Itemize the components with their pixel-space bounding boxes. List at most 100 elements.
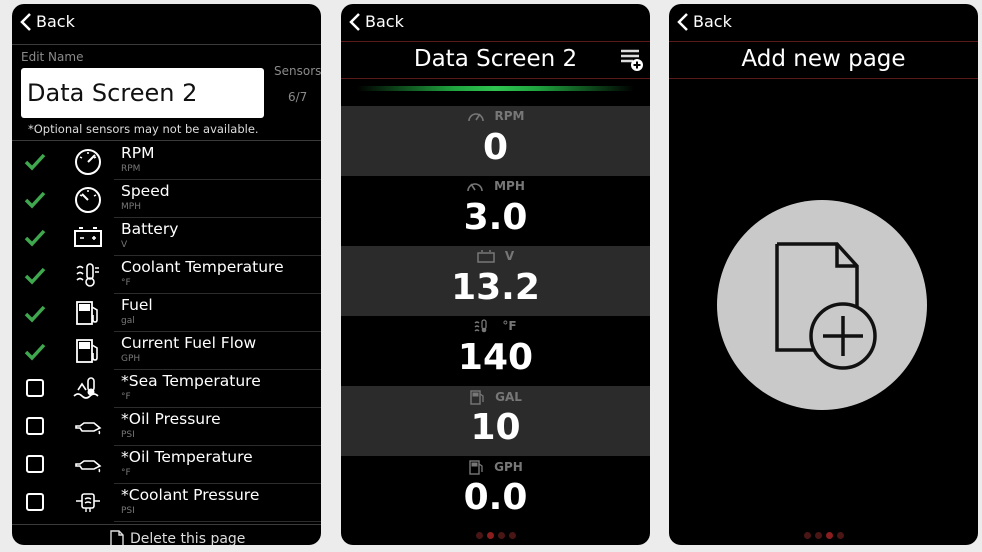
page-title: Data Screen 2 — [413, 46, 578, 72]
coolant-pressure-icon — [70, 489, 106, 517]
sensor-row[interactable]: Current Fuel Flow GPH — [12, 332, 321, 370]
delete-label: Delete this page — [130, 531, 246, 545]
checkbox[interactable] — [26, 417, 44, 435]
title-divider — [341, 78, 650, 79]
reading-value: 140 — [457, 337, 534, 378]
fuel-flow-icon — [70, 337, 106, 365]
page-dot[interactable] — [814, 532, 822, 539]
page-indicator[interactable] — [669, 532, 978, 539]
speedometer-icon — [70, 185, 106, 213]
checkmark-icon[interactable] — [24, 189, 46, 211]
reading-value: 10 — [470, 407, 521, 448]
chevron-left-icon — [20, 12, 31, 31]
add-page-button[interactable] — [717, 200, 927, 410]
battery-icon — [70, 223, 106, 251]
header-divider — [669, 41, 978, 42]
speedometer-icon — [467, 183, 483, 192]
reading-row[interactable]: °F 140 — [341, 316, 650, 386]
page-dot[interactable] — [508, 532, 516, 539]
reading-value: 3.0 — [463, 197, 528, 238]
document-icon — [110, 530, 124, 545]
data-screen-panel: Back Data Screen 2 RPM 0 MPH 3.0 V 13.2 … — [341, 4, 650, 545]
sensor-row[interactable]: *Oil Temperature °F — [12, 446, 321, 484]
checkmark-icon[interactable] — [24, 265, 46, 287]
page-dot[interactable] — [803, 532, 811, 539]
reading-value: 0.0 — [463, 477, 528, 518]
sensor-row[interactable]: RPM RPM — [12, 142, 321, 180]
sensor-unit: GPH — [121, 354, 141, 364]
checkbox[interactable] — [26, 379, 44, 397]
reading-label: °F — [502, 319, 517, 333]
chevron-left-icon — [349, 12, 360, 31]
back-label: Back — [365, 12, 404, 31]
new-document-icon — [775, 242, 877, 370]
sensor-row[interactable]: Speed MPH — [12, 180, 321, 218]
sensor-row[interactable]: *Sea Temperature °F — [12, 370, 321, 408]
fuel-icon — [469, 460, 483, 475]
reading-row[interactable]: MPH 3.0 — [341, 176, 650, 246]
title-divider — [669, 78, 978, 79]
reading-label: MPH — [494, 179, 525, 193]
sensors-count: 6/7 — [288, 90, 308, 104]
back-button[interactable]: Back — [20, 12, 75, 31]
page-title: Add new page — [741, 46, 906, 72]
sensors-label: Sensors — [274, 64, 321, 78]
sensor-unit: PSI — [121, 430, 135, 440]
page-dot[interactable] — [497, 532, 505, 539]
screen-name-input[interactable] — [21, 68, 264, 118]
back-button[interactable]: Back — [677, 12, 732, 31]
fuel-icon — [470, 390, 484, 405]
back-label: Back — [36, 12, 75, 31]
header-divider — [12, 44, 321, 45]
list-divider — [12, 140, 321, 141]
add-page-panel: Back Add new page — [669, 4, 978, 545]
sensor-name: Fuel — [121, 296, 153, 314]
delete-page-button[interactable]: Delete this page — [110, 530, 245, 545]
reading-value: 13.2 — [451, 267, 540, 308]
sensor-name: Battery — [121, 220, 179, 238]
page-dot[interactable] — [475, 532, 483, 539]
checkmark-icon[interactable] — [24, 227, 46, 249]
page-indicator[interactable] — [341, 532, 650, 539]
reading-label: GPH — [494, 460, 523, 474]
sensor-unit: V — [121, 240, 128, 250]
fuel-icon — [70, 299, 106, 327]
gauge-icon — [467, 113, 484, 122]
sea-temperature-icon — [70, 375, 106, 403]
sensor-unit: °F — [121, 278, 131, 288]
gauge-icon — [70, 147, 106, 175]
back-button[interactable]: Back — [349, 12, 404, 31]
sensor-row[interactable]: *Coolant Pressure PSI — [12, 484, 321, 522]
page-dot-active[interactable] — [825, 532, 833, 539]
sensor-row[interactable]: *Oil Pressure PSI — [12, 408, 321, 446]
reading-label: V — [504, 249, 515, 263]
checkmark-icon[interactable] — [24, 341, 46, 363]
row-divider — [114, 521, 321, 522]
sensor-name: *Coolant Pressure — [121, 486, 260, 504]
checkbox[interactable] — [26, 455, 44, 473]
sensor-unit: PSI — [121, 506, 135, 516]
page-dot[interactable] — [836, 532, 844, 539]
reading-row[interactable]: GPH 0.0 — [341, 456, 650, 526]
optional-note: *Optional sensors may not be available. — [28, 122, 259, 136]
sensor-name: Speed — [121, 182, 170, 200]
sensor-name: *Oil Temperature — [121, 448, 253, 466]
chevron-left-icon — [677, 12, 688, 31]
checkmark-icon[interactable] — [24, 303, 46, 325]
add-sensor-list-icon[interactable] — [619, 48, 645, 72]
sensor-row[interactable]: Coolant Temperature °F — [12, 256, 321, 294]
checkmark-icon[interactable] — [24, 151, 46, 173]
reading-row[interactable]: RPM 0 — [341, 106, 650, 176]
sensor-row[interactable]: Fuel gal — [12, 294, 321, 332]
sensor-unit: °F — [121, 468, 131, 478]
sensor-name: *Oil Pressure — [121, 410, 221, 428]
coolant-temperature-icon — [70, 261, 106, 289]
page-dot-active[interactable] — [486, 532, 494, 539]
reading-row[interactable]: GAL 10 — [341, 386, 650, 456]
reading-row[interactable]: V 13.2 — [341, 246, 650, 316]
sensor-unit: MPH — [121, 202, 141, 212]
sensor-row[interactable]: Battery V — [12, 218, 321, 256]
checkbox[interactable] — [26, 493, 44, 511]
sensor-unit: gal — [121, 316, 135, 326]
sensor-name: Current Fuel Flow — [121, 334, 257, 352]
